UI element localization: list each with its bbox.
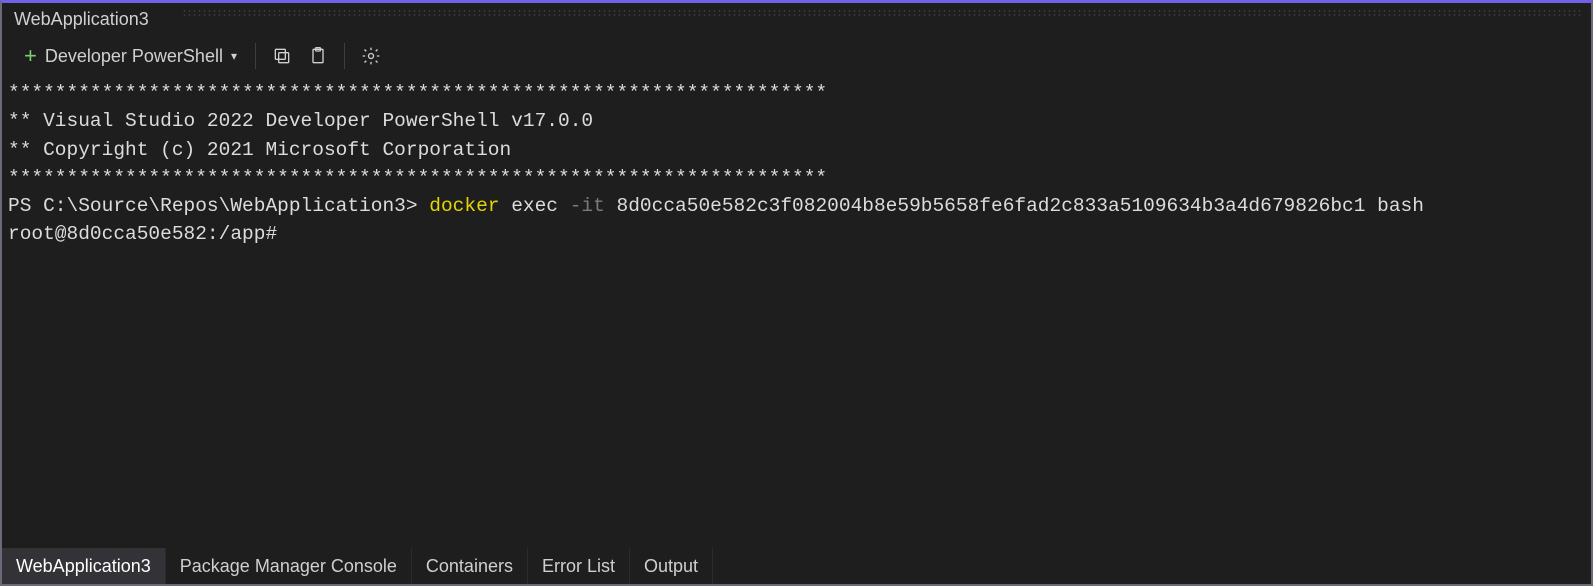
banner-line: ****************************************… <box>8 82 827 104</box>
shell-label: Developer PowerShell <box>45 46 223 67</box>
banner-line: ** Visual Studio 2022 Developer PowerShe… <box>8 110 593 132</box>
separator <box>344 43 345 69</box>
tab-output[interactable]: Output <box>630 548 713 584</box>
tab-error-list[interactable]: Error List <box>528 548 630 584</box>
banner-line: ** Copyright (c) 2021 Microsoft Corporat… <box>8 139 511 161</box>
cmd-token: docker <box>429 195 499 217</box>
cmd-token: exec <box>500 195 570 217</box>
copy-button[interactable] <box>266 40 298 72</box>
title-bar[interactable]: WebApplication3 <box>2 3 1591 35</box>
container-prompt: root@8d0cca50e582:/app# <box>8 223 277 245</box>
tab-webapplication3[interactable]: WebApplication3 <box>2 548 166 584</box>
plus-icon: + <box>24 45 37 67</box>
tab-containers[interactable]: Containers <box>412 548 528 584</box>
chevron-down-icon: ▾ <box>231 49 237 63</box>
clipboard-icon <box>308 46 328 66</box>
title-grip[interactable] <box>182 9 1581 17</box>
new-shell-dropdown[interactable]: + Developer PowerShell ▾ <box>16 41 245 71</box>
toolbar: + Developer PowerShell ▾ <box>2 35 1591 77</box>
tool-window: WebApplication3 + Developer PowerShell ▾ <box>0 0 1593 586</box>
tab-package-manager-console[interactable]: Package Manager Console <box>166 548 412 584</box>
banner-line: ****************************************… <box>8 167 827 189</box>
cmd-token: 8d0cca50e582c3f082004b8e59b5658fe6fad2c8… <box>605 195 1424 217</box>
copy-icon <box>272 46 292 66</box>
bottom-tab-strip: WebApplication3 Package Manager Console … <box>2 548 1591 584</box>
cmd-flag: -it <box>570 195 605 217</box>
terminal-output[interactable]: ****************************************… <box>2 77 1591 548</box>
paste-button[interactable] <box>302 40 334 72</box>
settings-button[interactable] <box>355 40 387 72</box>
separator <box>255 43 256 69</box>
gear-icon <box>361 46 381 66</box>
ps-prompt: PS C:\Source\Repos\WebApplication3> <box>8 195 429 217</box>
window-title: WebApplication3 <box>14 9 159 30</box>
